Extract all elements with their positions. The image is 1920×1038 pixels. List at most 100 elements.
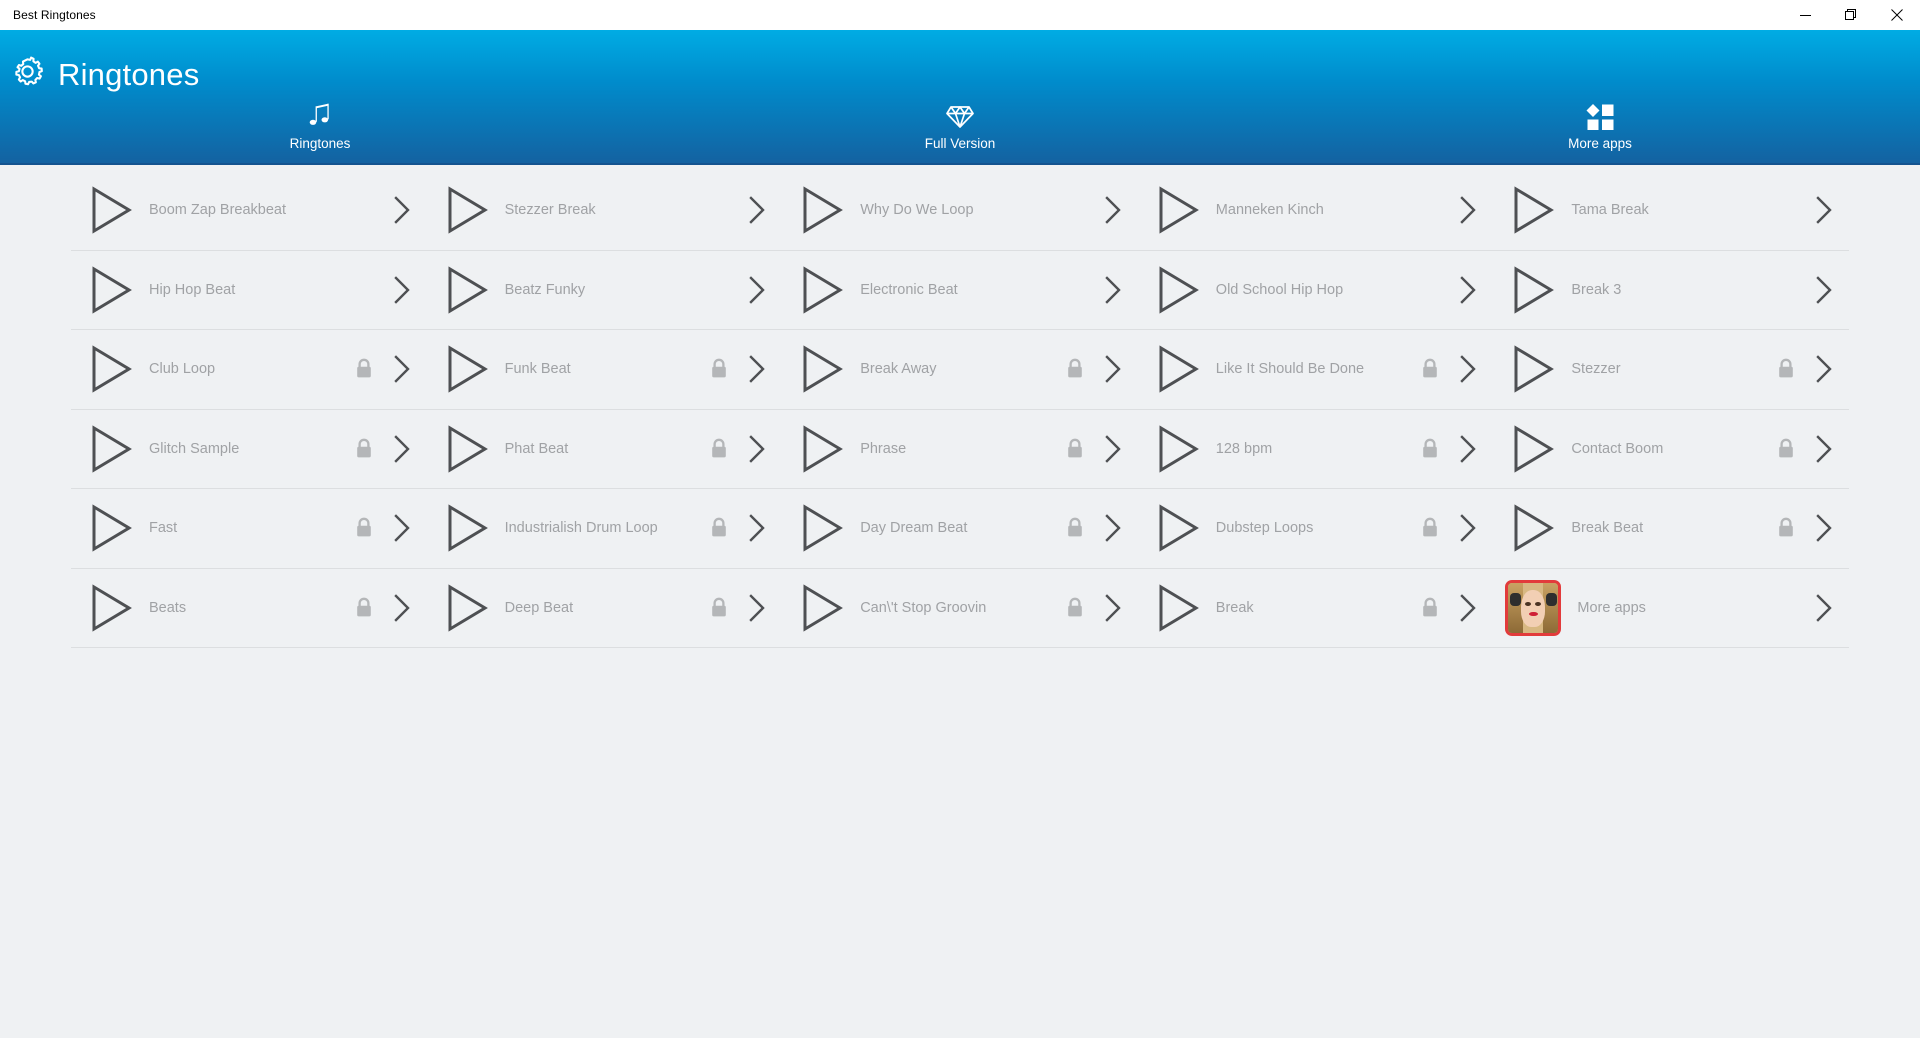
chevron-right-icon[interactable]	[391, 513, 413, 543]
play-icon[interactable]	[1154, 424, 1200, 474]
chevron-right-icon[interactable]	[391, 354, 413, 384]
ringtone-row[interactable]: More apps	[1493, 569, 1849, 648]
play-icon[interactable]	[1154, 583, 1200, 633]
chevron-right-icon[interactable]	[1102, 593, 1124, 623]
ringtone-row[interactable]: Deep Beat	[426, 569, 783, 648]
chevron-right-icon[interactable]	[1813, 513, 1835, 543]
chevron-right-icon[interactable]	[1102, 275, 1124, 305]
chevron-right-icon[interactable]	[1813, 434, 1835, 464]
play-icon[interactable]	[1154, 265, 1200, 315]
play-icon[interactable]	[443, 424, 489, 474]
tab-ringtones[interactable]: Ringtones	[0, 102, 640, 151]
play-icon[interactable]	[1154, 185, 1200, 235]
chevron-right-icon[interactable]	[1457, 593, 1479, 623]
chevron-right-icon[interactable]	[746, 434, 768, 464]
music-note-icon	[307, 102, 333, 130]
play-icon[interactable]	[798, 583, 844, 633]
ringtone-row[interactable]: 128 bpm	[1137, 410, 1494, 489]
ringtone-row[interactable]: Manneken Kinch	[1137, 171, 1494, 251]
chevron-right-icon[interactable]	[1102, 513, 1124, 543]
ringtone-row[interactable]: Stezzer	[1493, 330, 1849, 410]
chevron-right-icon[interactable]	[1102, 434, 1124, 464]
ringtone-row[interactable]: Phrase	[782, 410, 1138, 489]
chevron-right-icon[interactable]	[1457, 275, 1479, 305]
close-button[interactable]	[1874, 0, 1920, 30]
chevron-right-icon[interactable]	[746, 275, 768, 305]
ringtone-row[interactable]: Break Beat	[1493, 489, 1849, 569]
lock-icon	[355, 358, 373, 380]
play-icon[interactable]	[1154, 503, 1200, 553]
play-icon[interactable]	[798, 424, 844, 474]
chevron-right-icon[interactable]	[1457, 434, 1479, 464]
play-icon[interactable]	[87, 265, 133, 315]
ringtone-row[interactable]: Club Loop	[71, 330, 427, 410]
play-icon[interactable]	[87, 583, 133, 633]
chevron-right-icon[interactable]	[1102, 195, 1124, 225]
ringtone-row[interactable]: Glitch Sample	[71, 410, 427, 489]
chevron-right-icon[interactable]	[391, 275, 413, 305]
play-icon[interactable]	[1154, 344, 1200, 394]
play-icon[interactable]	[1509, 185, 1555, 235]
play-icon[interactable]	[443, 583, 489, 633]
play-icon[interactable]	[87, 185, 133, 235]
chevron-right-icon[interactable]	[391, 195, 413, 225]
chevron-right-icon[interactable]	[1457, 354, 1479, 384]
restore-button[interactable]	[1828, 0, 1874, 30]
ringtone-row[interactable]: Tama Break	[1493, 171, 1849, 251]
play-icon[interactable]	[443, 265, 489, 315]
ringtone-label: Industrialish Drum Loop	[504, 520, 658, 537]
ringtone-row[interactable]: Phat Beat	[426, 410, 783, 489]
ringtone-row[interactable]: Industrialish Drum Loop	[426, 489, 783, 569]
ringtone-row[interactable]: Boom Zap Breakbeat	[71, 171, 427, 251]
chevron-right-icon[interactable]	[746, 354, 768, 384]
ringtone-row[interactable]: Contact Boom	[1493, 410, 1849, 489]
ringtone-row[interactable]: Why Do We Loop	[782, 171, 1138, 251]
play-icon[interactable]	[798, 185, 844, 235]
chevron-right-icon[interactable]	[391, 593, 413, 623]
play-icon[interactable]	[1509, 503, 1555, 553]
ringtone-row[interactable]: Fast	[71, 489, 427, 569]
ringtone-row[interactable]: Old School Hip Hop	[1137, 251, 1494, 330]
ringtone-row[interactable]: Break Away	[782, 330, 1138, 410]
ringtone-row[interactable]: Stezzer Break	[426, 171, 783, 251]
chevron-right-icon[interactable]	[1813, 195, 1835, 225]
ringtone-row[interactable]: Beats	[71, 569, 427, 648]
ringtone-row[interactable]: Hip Hop Beat	[71, 251, 427, 330]
play-icon[interactable]	[1509, 265, 1555, 315]
play-icon[interactable]	[443, 503, 489, 553]
chevron-right-icon[interactable]	[391, 434, 413, 464]
play-icon[interactable]	[87, 503, 133, 553]
chevron-right-icon[interactable]	[746, 195, 768, 225]
play-icon[interactable]	[798, 503, 844, 553]
play-icon[interactable]	[798, 344, 844, 394]
ringtone-row[interactable]: Break 3	[1493, 251, 1849, 330]
tab-more-apps[interactable]: More apps	[1280, 102, 1920, 151]
ringtone-row[interactable]: Beatz Funky	[426, 251, 783, 330]
chevron-right-icon[interactable]	[1457, 513, 1479, 543]
app-thumbnail	[1505, 579, 1562, 636]
play-icon[interactable]	[87, 344, 133, 394]
ringtone-row[interactable]: Funk Beat	[426, 330, 783, 410]
minimize-button[interactable]	[1782, 0, 1828, 30]
ringtone-row[interactable]: Electronic Beat	[782, 251, 1138, 330]
ringtone-row[interactable]: Day Dream Beat	[782, 489, 1138, 569]
chevron-right-icon[interactable]	[1813, 354, 1835, 384]
ringtone-row[interactable]: Dubstep Loops	[1137, 489, 1494, 569]
chevron-right-icon[interactable]	[746, 593, 768, 623]
play-icon[interactable]	[443, 344, 489, 394]
ringtone-row[interactable]: Break	[1137, 569, 1494, 648]
play-icon[interactable]	[1509, 344, 1555, 394]
ringtone-row[interactable]: Can\'t Stop Groovin	[782, 569, 1138, 648]
chevron-right-icon[interactable]	[1813, 593, 1835, 623]
play-icon[interactable]	[443, 185, 489, 235]
chevron-right-icon[interactable]	[1102, 354, 1124, 384]
chevron-right-icon[interactable]	[1813, 275, 1835, 305]
ringtone-row[interactable]: Like It Should Be Done	[1137, 330, 1494, 410]
chevron-right-icon[interactable]	[746, 513, 768, 543]
tab-full-version[interactable]: Full Version	[640, 102, 1280, 151]
chevron-right-icon[interactable]	[1457, 195, 1479, 225]
play-icon[interactable]	[1509, 424, 1555, 474]
ringtone-label: Funk Beat	[504, 361, 571, 378]
play-icon[interactable]	[87, 424, 133, 474]
play-icon[interactable]	[798, 265, 844, 315]
